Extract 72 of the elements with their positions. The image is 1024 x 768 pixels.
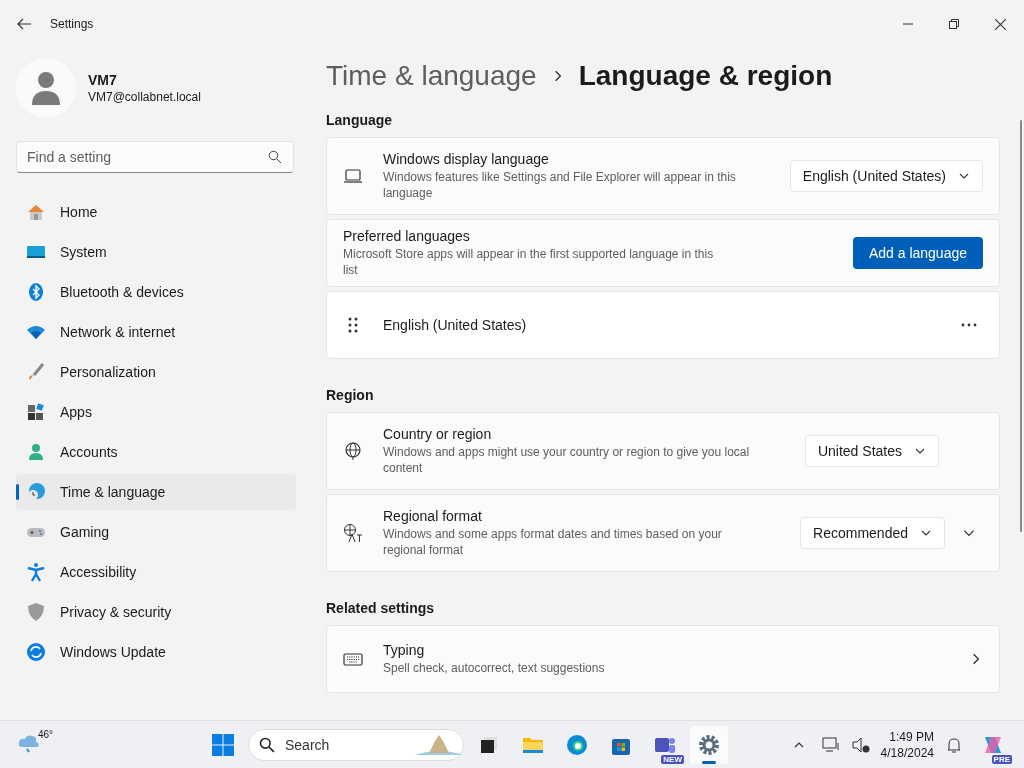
windows-stack-icon	[479, 734, 499, 755]
person-icon	[26, 442, 46, 462]
setting-title: Preferred languages	[343, 228, 471, 244]
nav-item[interactable]: Apps	[16, 394, 296, 430]
close-icon	[994, 18, 1006, 30]
section-heading: Region	[326, 387, 375, 403]
breadcrumb-link[interactable]: Time & language	[326, 60, 537, 92]
user-name: VM7	[88, 72, 118, 88]
person-silhouette-icon	[32, 71, 60, 105]
nav-item[interactable]: System	[16, 234, 296, 270]
setting-description: Microsoft Store apps will appear in the first supported language in this list	[343, 246, 715, 278]
accessibility-icon	[26, 562, 46, 582]
search-field[interactable]: Find a setting	[16, 141, 294, 173]
shield-icon	[26, 602, 46, 622]
copilot-button[interactable]: PRE	[974, 725, 1012, 764]
nav-item[interactable]: Accessibility	[16, 554, 296, 590]
dropdown[interactable]: United States	[804, 435, 939, 467]
search-icon	[268, 150, 282, 164]
network-monitor-icon	[820, 734, 841, 755]
paintbrush-icon	[26, 362, 46, 382]
nav-item[interactable]: Home	[16, 194, 296, 230]
apps-icon	[26, 402, 46, 422]
scrollbar[interactable]	[1020, 120, 1022, 532]
setting-card[interactable]: Typing Spell check, autocorrect, text suggestions	[326, 625, 1000, 693]
add-language-button[interactable]: Add a language	[852, 237, 983, 269]
nav-item[interactable]: Network & internet	[16, 314, 296, 350]
section-heading: Related settings	[326, 600, 436, 616]
dropdown[interactable]: English (United States)	[789, 160, 983, 192]
nav-item[interactable]: Bluetooth & devices	[16, 274, 296, 310]
back-arrow-icon	[16, 16, 32, 32]
sync-icon	[26, 642, 46, 662]
more-icon	[961, 323, 977, 327]
taskbar-app[interactable]: NEW	[646, 725, 684, 764]
laptop-icon	[343, 166, 363, 186]
nav-item[interactable]: Accounts	[16, 434, 296, 470]
setting-title: Typing	[383, 642, 426, 658]
taskbar-app[interactable]	[690, 725, 728, 764]
house-icon	[26, 202, 46, 222]
app-badge: NEW	[661, 754, 684, 764]
clock[interactable]: 1:49 PM 4/18/2024	[880, 728, 934, 761]
user-email: VM7@collabnet.local	[88, 90, 201, 104]
section-heading: Language	[326, 112, 394, 128]
nav-item[interactable]: Personalization	[16, 354, 296, 390]
nav-item[interactable]: Gaming	[16, 514, 296, 550]
selection-indicator	[16, 484, 19, 500]
page-title: Language & region	[578, 60, 833, 92]
gear-icon	[697, 732, 721, 757]
bluetooth-icon	[26, 282, 46, 302]
globe-icon	[343, 441, 363, 461]
window-title: Settings	[50, 17, 95, 31]
active-indicator	[702, 760, 716, 764]
app-badge: PRE	[991, 754, 1012, 764]
setting-description: Windows features like Settings and File Explorer will appear in this language	[383, 169, 737, 201]
browser-icon	[565, 732, 589, 757]
globe-letters-icon	[343, 523, 363, 543]
setting-description: Windows and some apps format dates and times based on your regional format	[383, 526, 723, 558]
setting-title: Regional format	[383, 508, 483, 524]
nav-item[interactable]: Time & language	[16, 474, 296, 510]
dropdown[interactable]: Recommended	[800, 517, 945, 549]
nav-item[interactable]: Windows Update	[16, 634, 296, 670]
search-icon	[259, 736, 275, 753]
setting-description: Spell check, autocorrect, text suggestions	[383, 660, 606, 676]
setting-title: English (United States)	[383, 317, 528, 333]
windows-logo-icon	[211, 732, 235, 757]
setting-description: Windows and apps might use your country or region to give you local content	[383, 444, 751, 476]
temperature: 46°	[38, 729, 54, 740]
nav-item[interactable]: Privacy & security	[16, 594, 296, 630]
restore-icon	[949, 19, 959, 29]
setting-title: Country or region	[383, 426, 493, 442]
globe-clock-icon	[26, 482, 46, 502]
taskbar-search[interactable]: Search	[248, 728, 464, 761]
setting-title: Windows display language	[383, 151, 550, 167]
